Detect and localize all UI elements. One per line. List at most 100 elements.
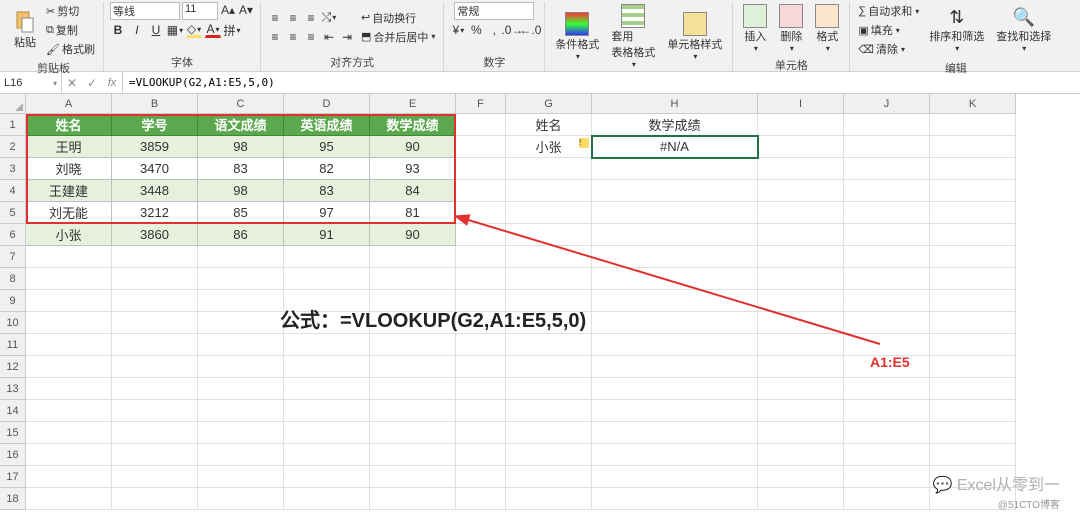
cell[interactable] <box>112 466 198 488</box>
font-color-button[interactable]: A <box>205 22 221 38</box>
row-header[interactable]: 2 <box>0 136 26 158</box>
cell[interactable] <box>844 114 930 136</box>
cell[interactable]: 85 <box>198 202 284 224</box>
clear-button[interactable]: ⌫清除 <box>856 40 921 58</box>
cell[interactable] <box>592 444 758 466</box>
cell[interactable]: 刘晓 <box>26 158 112 180</box>
row-header[interactable]: 9 <box>0 290 26 312</box>
row-header[interactable]: 8 <box>0 268 26 290</box>
cell[interactable] <box>844 466 930 488</box>
cell[interactable]: 91 <box>284 224 370 246</box>
cell[interactable] <box>592 180 758 202</box>
increase-font-icon[interactable]: A▴ <box>220 2 236 18</box>
cell[interactable] <box>456 378 506 400</box>
format-table-button[interactable]: 套用 表格格式 <box>607 2 659 71</box>
cell[interactable]: 姓名 <box>26 114 112 136</box>
cell[interactable]: 刘无能 <box>26 202 112 224</box>
cell[interactable] <box>370 466 456 488</box>
col-header[interactable]: J <box>844 94 930 114</box>
cell[interactable] <box>844 378 930 400</box>
cell[interactable] <box>26 246 112 268</box>
row-header[interactable]: 16 <box>0 444 26 466</box>
cell[interactable] <box>112 290 198 312</box>
cell[interactable] <box>112 378 198 400</box>
row-header[interactable]: 15 <box>0 422 26 444</box>
col-header[interactable]: F <box>456 94 506 114</box>
col-header[interactable]: D <box>284 94 370 114</box>
insert-button[interactable]: 插入 <box>739 2 771 55</box>
enter-button[interactable]: ✓ <box>82 72 102 93</box>
cell[interactable] <box>456 400 506 422</box>
cell[interactable] <box>26 466 112 488</box>
row-header[interactable]: 3 <box>0 158 26 180</box>
cell[interactable]: 数学成绩 <box>592 114 758 136</box>
row-header[interactable]: 7 <box>0 246 26 268</box>
cell[interactable] <box>26 356 112 378</box>
row-header[interactable]: 12 <box>0 356 26 378</box>
cell[interactable] <box>284 400 370 422</box>
row-header[interactable]: 17 <box>0 466 26 488</box>
cell[interactable] <box>370 334 456 356</box>
cell[interactable] <box>198 268 284 290</box>
dec-decimal-icon[interactable]: ←.0 <box>522 22 538 38</box>
cell[interactable] <box>112 312 198 334</box>
cell-styles-button[interactable]: 单元格样式 <box>663 10 726 63</box>
cell[interactable] <box>506 180 592 202</box>
cell[interactable] <box>758 488 844 510</box>
cell[interactable] <box>112 334 198 356</box>
cell[interactable] <box>844 180 930 202</box>
comma-icon[interactable]: , <box>486 22 502 38</box>
sort-filter-button[interactable]: ⇅排序和筛选 <box>925 5 988 55</box>
cell[interactable] <box>284 246 370 268</box>
row-header[interactable]: 6 <box>0 224 26 246</box>
cell[interactable] <box>930 422 1016 444</box>
cell[interactable] <box>592 158 758 180</box>
currency-icon[interactable]: ¥ <box>450 22 466 38</box>
col-header[interactable]: G <box>506 94 592 114</box>
cell[interactable] <box>456 422 506 444</box>
cell[interactable] <box>930 356 1016 378</box>
col-header[interactable]: I <box>758 94 844 114</box>
cell[interactable] <box>112 246 198 268</box>
format-button[interactable]: 格式 <box>811 2 843 55</box>
cell[interactable] <box>456 488 506 510</box>
col-header[interactable]: A <box>26 94 112 114</box>
row-header[interactable]: 18 <box>0 488 26 510</box>
inc-decimal-icon[interactable]: .0→ <box>504 22 520 38</box>
cell[interactable] <box>758 180 844 202</box>
cell[interactable] <box>198 444 284 466</box>
cell[interactable] <box>844 444 930 466</box>
row-header[interactable]: 13 <box>0 378 26 400</box>
cell[interactable] <box>930 202 1016 224</box>
number-format-select[interactable]: 常规 <box>454 2 534 20</box>
indent-dec-icon[interactable]: ⇤ <box>321 29 337 45</box>
cell[interactable] <box>370 422 456 444</box>
cell[interactable] <box>506 158 592 180</box>
col-header[interactable]: K <box>930 94 1016 114</box>
cell[interactable] <box>26 268 112 290</box>
cell[interactable] <box>506 444 592 466</box>
cell[interactable] <box>506 400 592 422</box>
cell[interactable]: 姓名 <box>506 114 592 136</box>
cell[interactable] <box>930 180 1016 202</box>
row-header[interactable]: 4 <box>0 180 26 202</box>
cell[interactable] <box>370 488 456 510</box>
cell[interactable] <box>456 158 506 180</box>
cell[interactable] <box>930 246 1016 268</box>
cell[interactable] <box>930 158 1016 180</box>
cell[interactable]: 82 <box>284 158 370 180</box>
cell[interactable] <box>284 422 370 444</box>
cell[interactable] <box>112 268 198 290</box>
cell[interactable] <box>112 422 198 444</box>
cell[interactable]: 83 <box>198 158 284 180</box>
cell[interactable] <box>930 378 1016 400</box>
align-left-icon[interactable]: ≡ <box>267 29 283 45</box>
cell[interactable]: 83 <box>284 180 370 202</box>
cell[interactable] <box>758 422 844 444</box>
cell[interactable]: 小张 <box>26 224 112 246</box>
bold-button[interactable]: B <box>110 22 126 38</box>
cell[interactable] <box>370 400 456 422</box>
col-header[interactable]: H <box>592 94 758 114</box>
align-center-icon[interactable]: ≡ <box>285 29 301 45</box>
cell[interactable] <box>592 488 758 510</box>
